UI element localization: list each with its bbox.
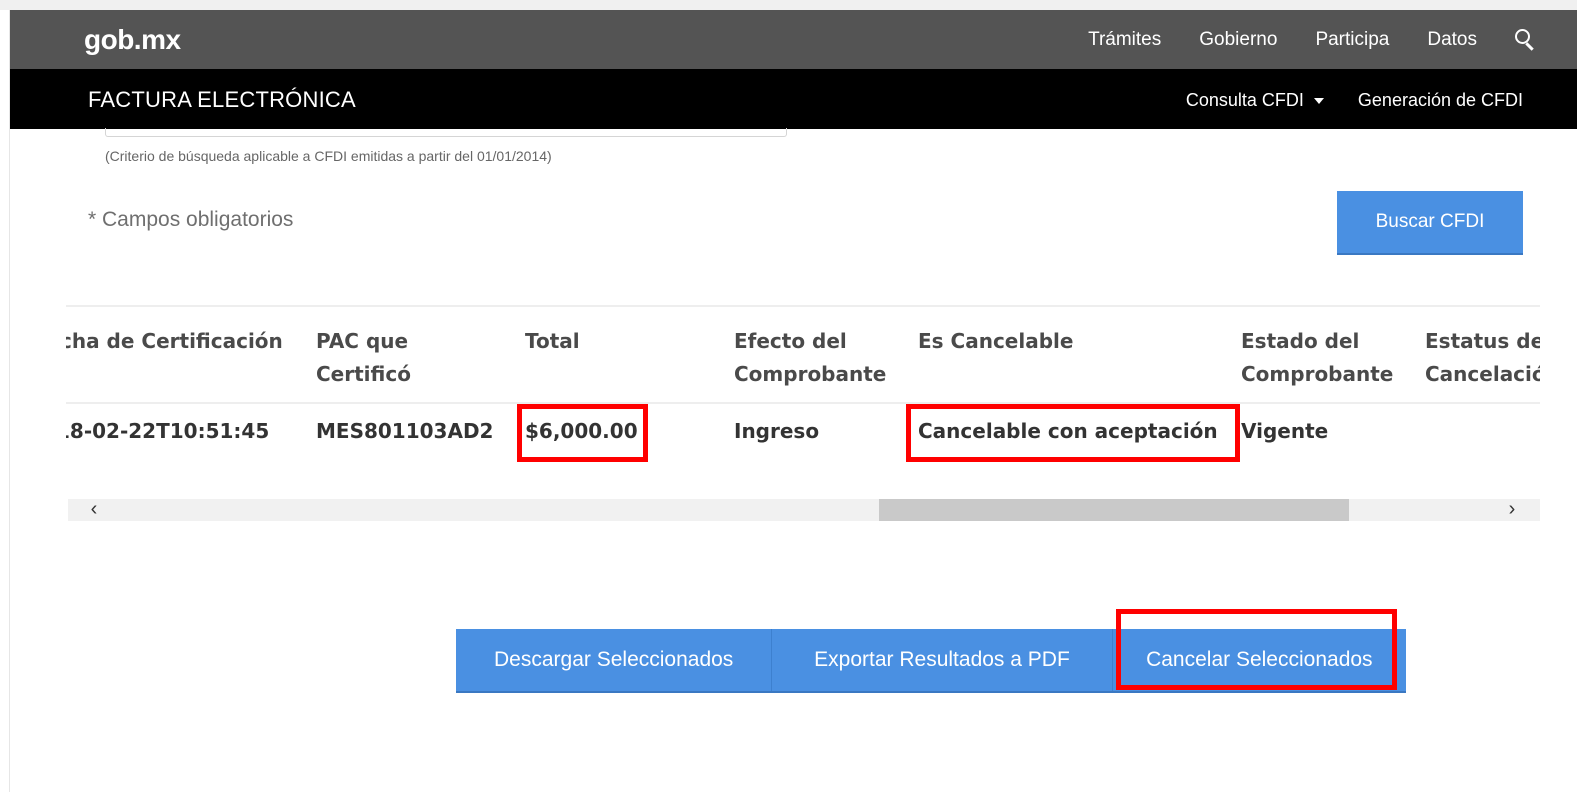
scroll-right-arrow-icon[interactable]: › (1498, 499, 1526, 521)
gobmx-logo[interactable]: gob.mx (84, 24, 181, 56)
nav-participa[interactable]: Participa (1315, 29, 1389, 51)
caret-down-icon (1313, 98, 1324, 105)
section-title[interactable]: FACTURA ELECTRÓNICA (88, 87, 356, 113)
header-fecha-certificacion: cha de Certificación (66, 329, 283, 353)
cell-pac: MES801103AD2 (316, 419, 494, 443)
buscar-cfdi-button[interactable]: Buscar CFDI (1337, 191, 1523, 253)
cancelar-seleccionados-button[interactable]: Cancelar Seleccionados (1113, 629, 1406, 691)
nav-gobierno[interactable]: Gobierno (1199, 29, 1277, 51)
horizontal-scrollbar[interactable]: ‹ › (68, 499, 1540, 521)
header-estatus-cancelacion: Estatus de Cancelació (1425, 329, 1540, 386)
gobmx-top-bar: gob.mx Trámites Gobierno Participa Datos (10, 10, 1577, 69)
search-input-field[interactable] (105, 128, 787, 137)
cell-estado: Vigente (1241, 419, 1329, 443)
header-pac-certifico: PAC que Certificó (316, 329, 411, 386)
header-es-cancelable: Es Cancelable (918, 329, 1074, 353)
descargar-seleccionados-button[interactable]: Descargar Seleccionados (456, 629, 771, 691)
nav-tramites[interactable]: Trámites (1088, 29, 1161, 51)
page-frame: gob.mx Trámites Gobierno Participa Datos… (0, 0, 1577, 792)
cell-es-cancelable: Cancelable con aceptación (918, 419, 1218, 443)
frame-top-shade (0, 0, 1577, 10)
header-total: Total (525, 329, 580, 353)
factura-sub-bar: FACTURA ELECTRÓNICA Consulta CFDI Genera… (10, 69, 1577, 129)
sub-nav: Consulta CFDI Generación de CFDI (1186, 90, 1523, 111)
cell-efecto: Ingreso (734, 419, 820, 443)
nav-datos[interactable]: Datos (1427, 29, 1477, 51)
header-efecto-comprobante: Efecto del Comprobante (734, 329, 887, 386)
cell-total: $6,000.00 (525, 419, 638, 443)
search-criteria-hint: (Criterio de búsqueda aplicable a CFDI e… (105, 148, 552, 164)
required-fields-note: * Campos obligatorios (88, 208, 294, 231)
consulta-cfdi-menu[interactable]: Consulta CFDI (1186, 90, 1324, 111)
top-nav: Trámites Gobierno Participa Datos (1050, 28, 1537, 52)
scroll-left-arrow-icon[interactable]: ‹ (80, 499, 108, 521)
cell-fecha-certificacion: 18-02-22T10:51:45 (66, 419, 270, 443)
generacion-cfdi-link[interactable]: Generación de CFDI (1358, 90, 1523, 111)
scrollbar-thumb[interactable] (879, 499, 1349, 521)
table-header-divider (66, 402, 1540, 404)
results-actions-bar: Descargar Seleccionados Exportar Resulta… (456, 629, 1406, 691)
exportar-pdf-button[interactable]: Exportar Resultados a PDF (772, 629, 1111, 691)
header-estado-comprobante: Estado del Comprobante (1241, 329, 1394, 386)
consulta-cfdi-label: Consulta CFDI (1185, 90, 1304, 110)
table-top-divider (66, 305, 1540, 307)
results-table: cha de Certificación PAC que Certificó T… (66, 305, 1540, 505)
search-icon[interactable] (1513, 28, 1537, 52)
